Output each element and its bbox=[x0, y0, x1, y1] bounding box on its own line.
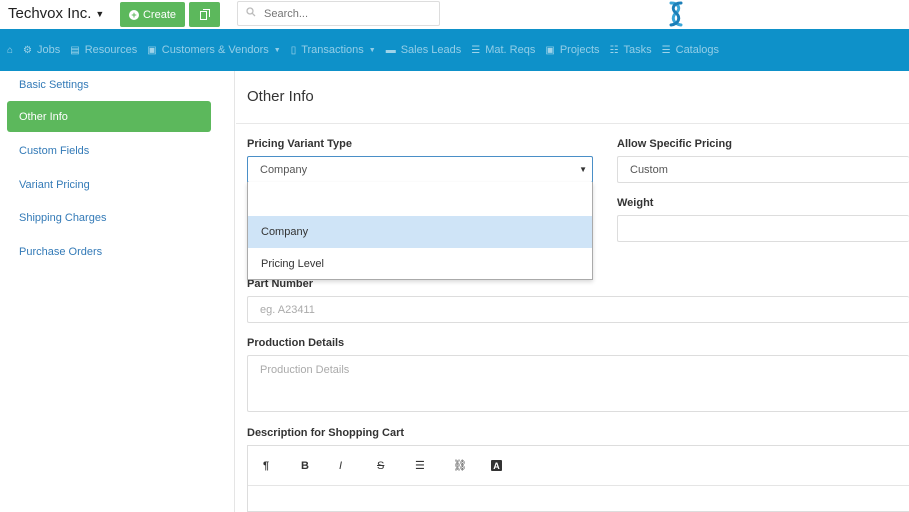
file-icon: ▯ bbox=[290, 44, 297, 56]
nav-item-mat-reqs[interactable]: ☰ Mat. Reqs bbox=[471, 44, 535, 56]
nav-item-label: Catalogs bbox=[675, 44, 720, 56]
nav-item-tasks[interactable]: ☷ Tasks bbox=[610, 44, 652, 56]
home-link[interactable]: ⌂ bbox=[7, 45, 13, 56]
chevron-down-icon: ▼ bbox=[273, 46, 281, 54]
dropdown-search-input[interactable] bbox=[248, 182, 592, 216]
part-number-placeholder: eg. A23411 bbox=[260, 303, 315, 316]
allow-specific-pricing-value: Custom bbox=[630, 163, 668, 176]
nav-item-label: Projects bbox=[559, 44, 600, 56]
part-number-input[interactable]: eg. A23411 bbox=[247, 296, 909, 323]
pricing-variant-type-value: Company bbox=[260, 163, 308, 176]
paragraph-icon[interactable]: ¶ bbox=[263, 460, 301, 472]
chevron-down-icon: ▼ bbox=[95, 9, 105, 20]
page-title: Other Info bbox=[247, 88, 314, 105]
sidebar-item-label: Variant Pricing bbox=[19, 178, 90, 191]
description-label: Description for Shopping Cart bbox=[247, 427, 405, 439]
sidebar-item-label: Shipping Charges bbox=[19, 211, 107, 224]
bold-icon[interactable]: B bbox=[301, 460, 339, 472]
production-details-label: Production Details bbox=[247, 337, 345, 349]
text-color-icon[interactable]: A bbox=[491, 460, 502, 471]
nav-item-label: Transactions bbox=[301, 44, 364, 56]
list-icon: ▤ bbox=[70, 44, 80, 56]
nav-item-jobs[interactable]: ⚙ Jobs bbox=[23, 44, 60, 56]
sidebar-item-shipping-charges[interactable]: Shipping Charges bbox=[7, 202, 211, 233]
cogs-icon: ⚙ bbox=[23, 44, 33, 56]
sidebar-item-variant-pricing[interactable]: Variant Pricing bbox=[7, 169, 211, 200]
dropdown-option-pricing-level[interactable]: Pricing Level bbox=[248, 248, 592, 280]
pricing-variant-type-select[interactable]: Company ▼ bbox=[247, 156, 593, 183]
nav-item-label: Jobs bbox=[37, 44, 61, 56]
copy-button[interactable] bbox=[189, 2, 220, 27]
description-editor[interactable]: ¶ B I S ☰ ⛓ A bbox=[247, 445, 909, 512]
company-switcher[interactable]: Techvox Inc. ▼ bbox=[8, 5, 104, 22]
list-icon: ☰ bbox=[471, 44, 481, 56]
caret-down-icon: ▼ bbox=[579, 165, 587, 174]
allow-specific-pricing-label: Allow Specific Pricing bbox=[617, 138, 732, 150]
nav-item-transactions[interactable]: ▯ Transactions ▼ bbox=[291, 44, 376, 56]
sidebar-item-other-info[interactable]: Other Info bbox=[7, 101, 211, 132]
nav-item-customers-vendors[interactable]: ▣ Customers & Vendors ▼ bbox=[147, 44, 280, 56]
tasks-icon: ☷ bbox=[609, 44, 619, 56]
top-bar: Techvox Inc. ▼ + Create bbox=[0, 0, 909, 29]
production-details-placeholder: Production Details bbox=[260, 364, 350, 376]
nav-item-catalogs[interactable]: ☰ Catalogs bbox=[662, 44, 719, 56]
pricing-variant-type-label: Pricing Variant Type bbox=[247, 138, 352, 150]
nav-item-label: Sales Leads bbox=[400, 44, 462, 56]
production-details-textarea[interactable]: Production Details bbox=[247, 355, 909, 412]
company-name: Techvox Inc. bbox=[8, 5, 92, 22]
chevron-down-icon: ▼ bbox=[368, 46, 376, 54]
list-icon[interactable]: ☰ bbox=[415, 459, 453, 472]
italic-icon[interactable]: I bbox=[339, 460, 377, 472]
create-button-label: Create bbox=[142, 8, 177, 21]
nav-item-label: Resources bbox=[84, 44, 138, 56]
dropdown-option-company[interactable]: Company bbox=[248, 216, 592, 248]
sidebar-item-label: Basic Settings bbox=[19, 78, 89, 91]
nav-item-label: Customers & Vendors bbox=[161, 44, 269, 56]
sidebar-item-custom-fields[interactable]: Custom Fields bbox=[7, 135, 211, 166]
briefcase-icon: ▣ bbox=[147, 44, 157, 56]
dropdown-option-label: Company bbox=[261, 226, 309, 238]
dropdown-option-label: Pricing Level bbox=[261, 258, 324, 270]
inbox-icon: ▬ bbox=[385, 44, 396, 56]
sidebar-item-basic-settings[interactable]: Basic Settings bbox=[7, 69, 211, 100]
nav-item-projects[interactable]: ▣ Projects bbox=[545, 44, 599, 56]
sidebar-item-label: Custom Fields bbox=[19, 144, 90, 157]
sidebar-item-label: Purchase Orders bbox=[19, 245, 103, 258]
copy-icon bbox=[199, 9, 210, 20]
strikethrough-icon[interactable]: S bbox=[377, 460, 415, 472]
weight-label: Weight bbox=[617, 197, 654, 209]
nav-item-label: Tasks bbox=[623, 44, 652, 56]
create-button[interactable]: + Create bbox=[120, 2, 185, 27]
nav-item-label: Mat. Reqs bbox=[485, 44, 536, 56]
pricing-variant-dropdown: Company Pricing Level bbox=[247, 182, 593, 280]
nav-item-sales-leads[interactable]: ▬ Sales Leads bbox=[386, 44, 462, 56]
divider bbox=[236, 123, 909, 124]
briefcase-icon: ▣ bbox=[545, 44, 555, 56]
link-icon[interactable]: ⛓ bbox=[453, 459, 491, 472]
sidebar-item-purchase-orders[interactable]: Purchase Orders bbox=[7, 236, 211, 267]
app-logo-icon bbox=[669, 1, 683, 27]
search-input[interactable] bbox=[264, 7, 434, 20]
editor-toolbar: ¶ B I S ☰ ⛓ A bbox=[248, 446, 909, 486]
home-icon: ⌂ bbox=[7, 44, 14, 56]
search-box[interactable] bbox=[237, 1, 440, 26]
main-navbar: ⌂ ⚙ Jobs ▤ Resources ▣ Customers & Vendors ▼… bbox=[0, 29, 909, 71]
weight-input[interactable] bbox=[617, 215, 909, 242]
main-content: Other Info Pricing Variant Type Company … bbox=[236, 71, 909, 512]
settings-sidebar: Basic Settings Other Info Custom Fields … bbox=[0, 71, 235, 512]
list-icon: ☰ bbox=[661, 44, 671, 56]
sidebar-item-label: Other Info bbox=[19, 110, 68, 123]
plus-circle-icon: + bbox=[128, 9, 139, 20]
nav-item-resources[interactable]: ▤ Resources bbox=[70, 44, 137, 56]
allow-specific-pricing-select[interactable]: Custom bbox=[617, 156, 909, 183]
search-icon bbox=[246, 7, 256, 20]
